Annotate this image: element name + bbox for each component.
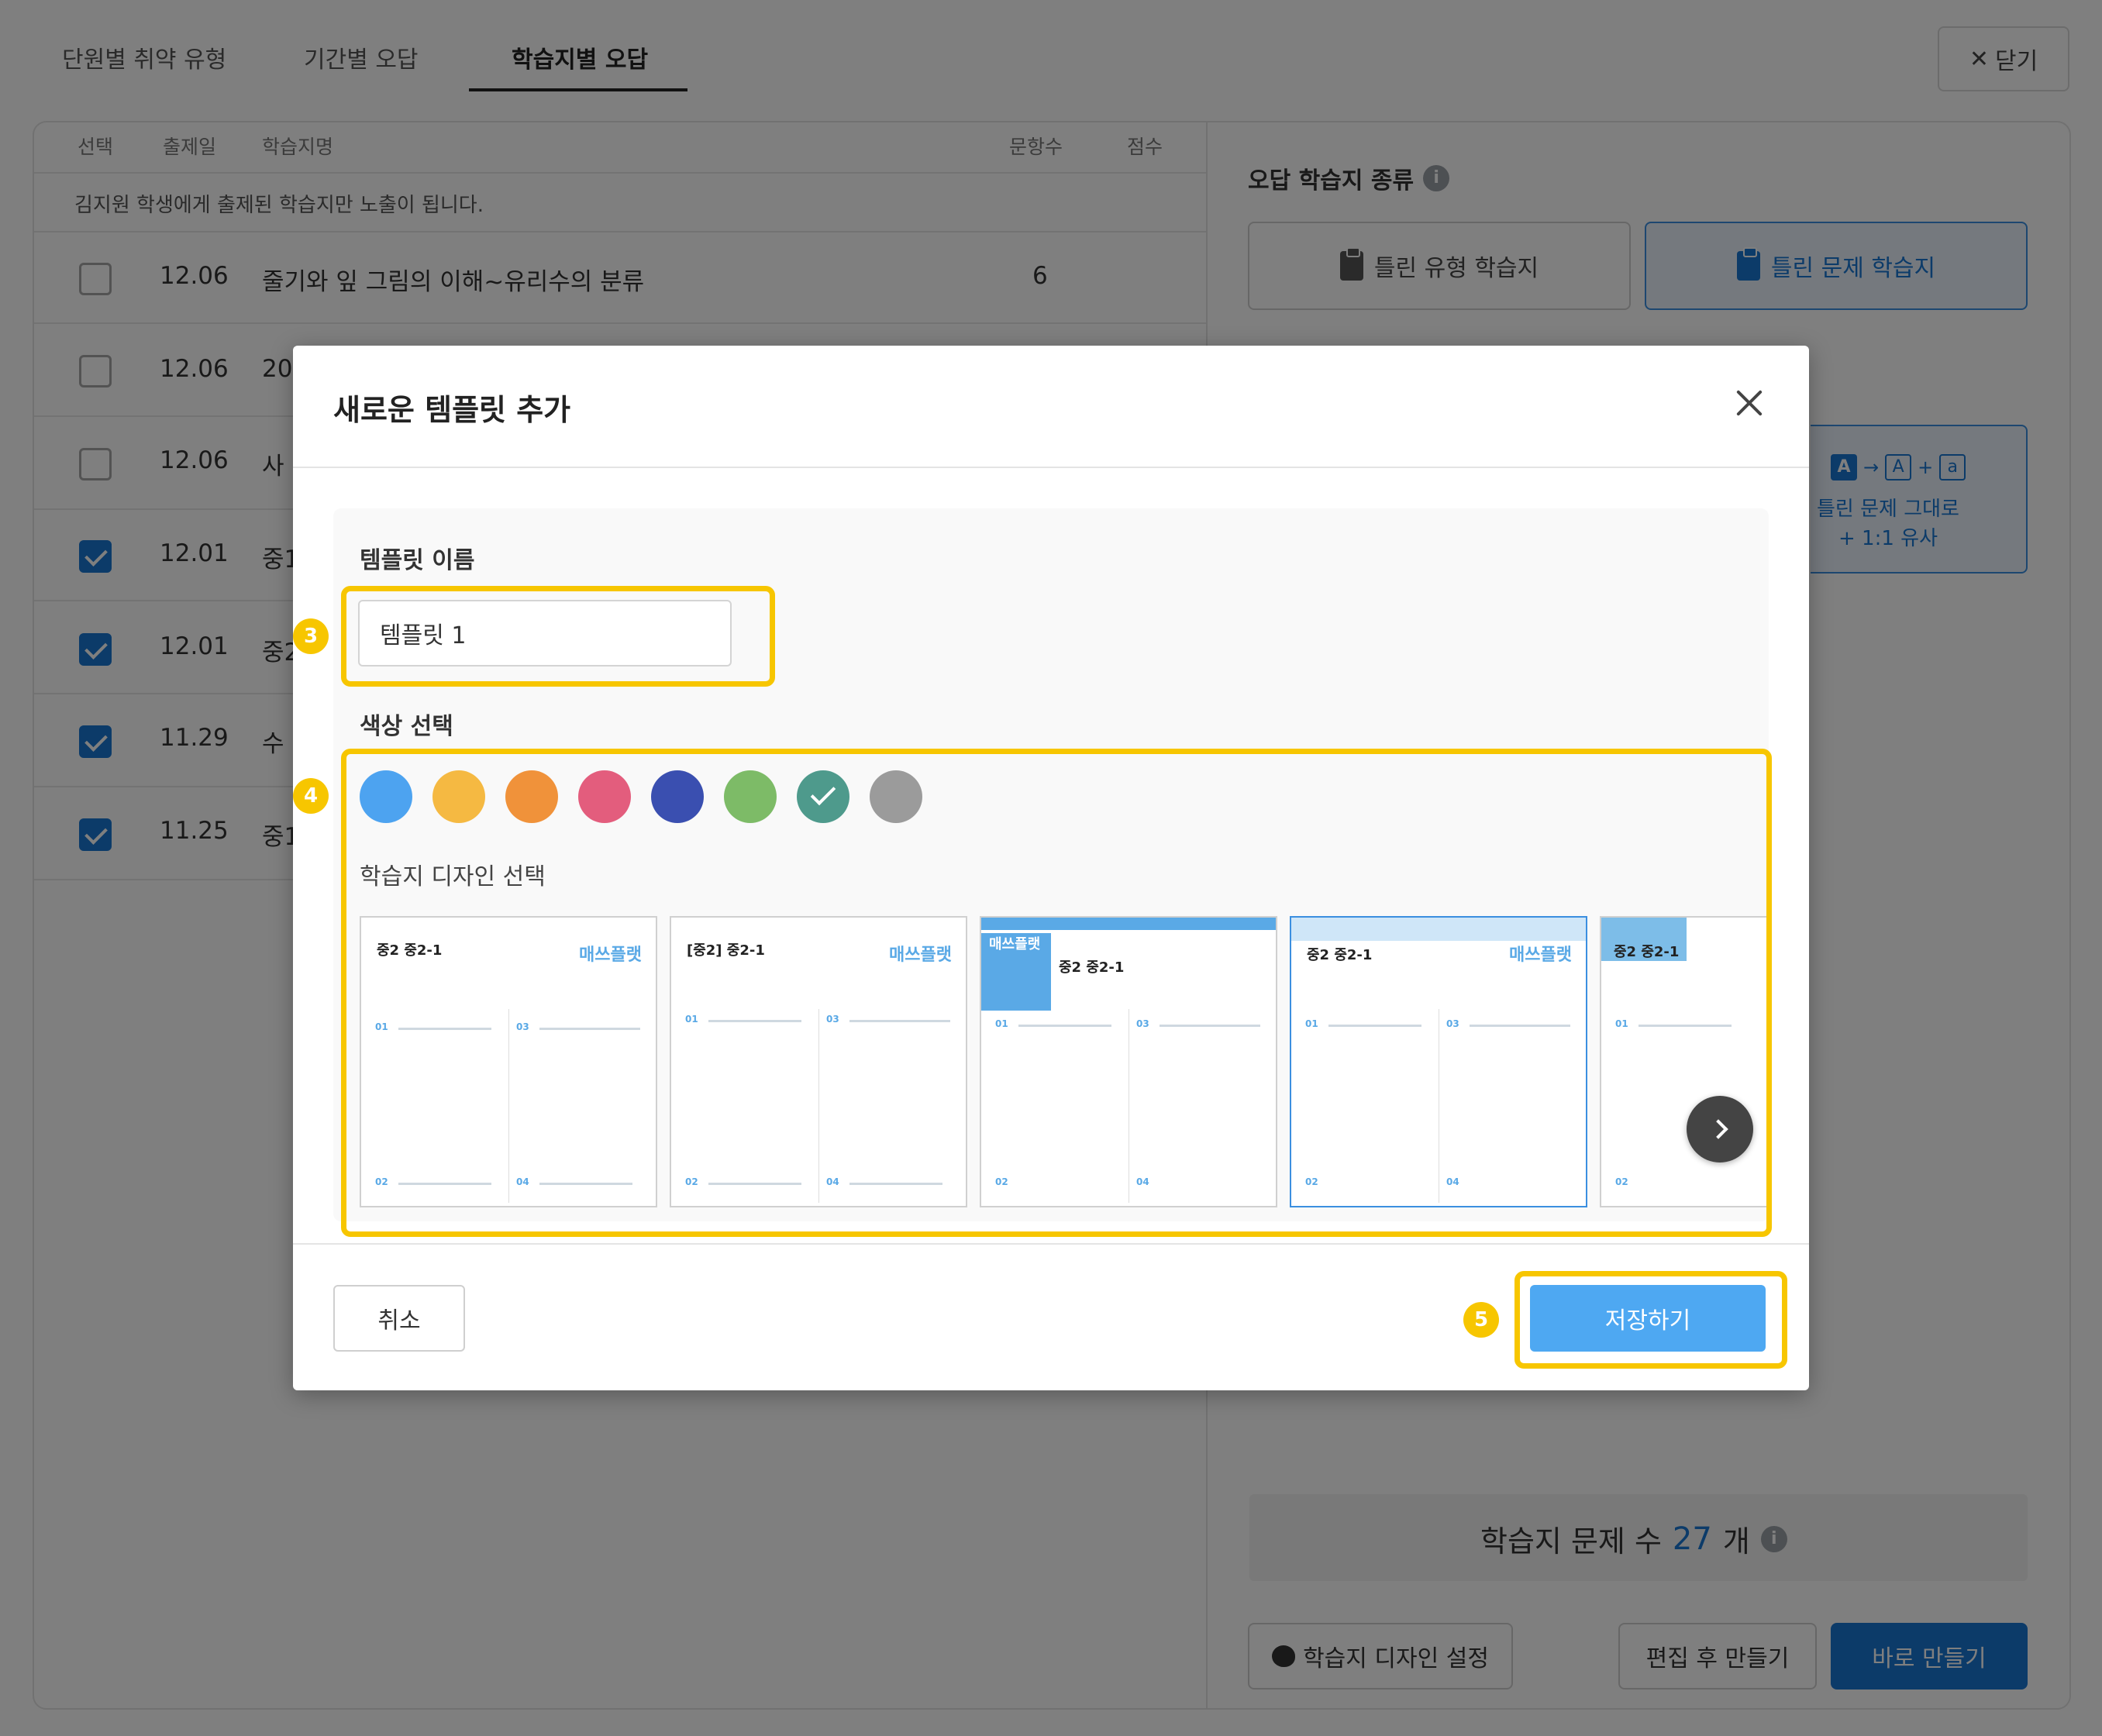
dialog-title: 새로운 템플릿 추가 [333, 393, 571, 427]
dialog-header-divider [293, 467, 1809, 468]
step-badge-3: 3 [293, 618, 329, 654]
highlight-color-design [341, 749, 1772, 1237]
highlight-template-name [341, 586, 775, 687]
dialog-footer-divider [293, 1243, 1809, 1245]
step-badge-5: 5 [1463, 1302, 1499, 1338]
template-name-label: 템플릿 이름 [360, 547, 475, 574]
step-badge-4: 4 [293, 778, 329, 814]
highlight-save-button [1514, 1271, 1787, 1369]
close-icon[interactable] [1732, 386, 1766, 420]
cancel-button[interactable]: 취소 [333, 1285, 465, 1352]
color-select-label: 색상 선택 [360, 713, 453, 740]
